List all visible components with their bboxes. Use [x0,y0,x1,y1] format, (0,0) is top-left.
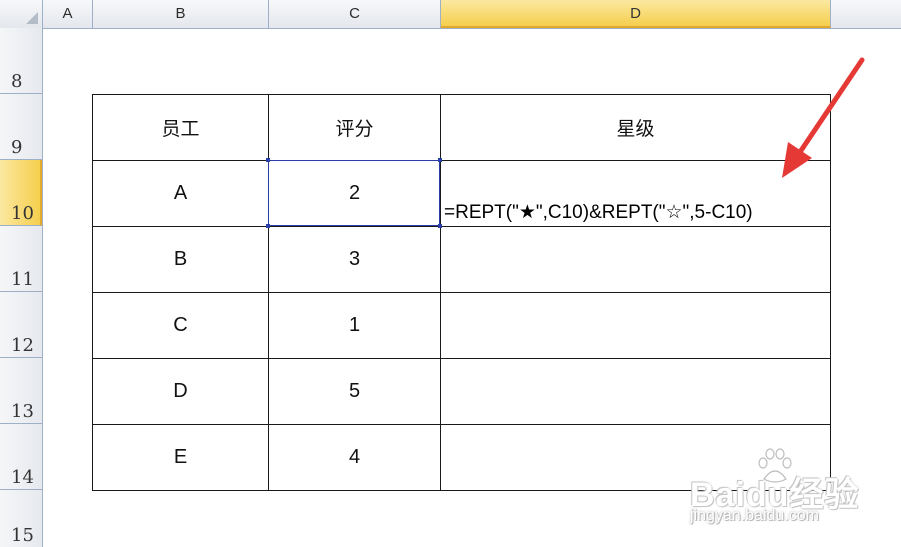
cell-score[interactable]: 1 [268,292,441,359]
row-header-14[interactable]: 14 [0,424,42,490]
column-header-d[interactable]: D [441,0,831,28]
row-header-12[interactable]: 12 [0,292,42,358]
table-row: C 1 [92,292,831,359]
row-header-13[interactable]: 13 [0,358,42,424]
cell-employee[interactable]: B [92,226,269,293]
cell-score[interactable]: 4 [268,424,441,491]
select-all-triangle-icon [26,12,38,24]
table-row: A 2 =REPT("★",C10)&REPT("☆",5-C10) [92,160,831,227]
header-employee[interactable]: 员工 [92,94,269,161]
row-header-11[interactable]: 11 [0,226,42,292]
header-score[interactable]: 评分 [268,94,441,161]
cell-score[interactable]: 5 [268,358,441,425]
cell-stars[interactable] [440,358,831,425]
baidu-watermark: Baidu经验 jingyan.baidu.com [690,445,860,530]
column-header-e[interactable] [831,0,901,28]
column-header-b[interactable]: B [93,0,269,28]
cell-score[interactable]: 3 [268,226,441,293]
arrow-shaft [793,57,865,161]
cell-score[interactable]: 2 [268,160,441,227]
row-header-10[interactable]: 10 [0,160,42,226]
table-row: B 3 [92,226,831,293]
cell-employee[interactable]: E [92,424,269,491]
row-header-bar: 8 9 10 11 12 13 14 15 [0,28,43,547]
watermark-url: jingyan.baidu.com [690,507,819,524]
row-header-15[interactable]: 15 [0,490,42,547]
arrow-head [782,142,812,178]
data-table: 员工 评分 星级 A 2 =REPT("★",C10)&REPT("☆",5-C… [92,94,831,491]
table-header-row: 员工 评分 星级 [92,94,831,161]
column-header-c[interactable]: C [269,0,441,28]
cell-employee[interactable]: D [92,358,269,425]
cell-stars[interactable] [440,292,831,359]
select-all-corner[interactable] [0,0,43,28]
column-header-a[interactable]: A [43,0,93,28]
table-row: D 5 [92,358,831,425]
formula-text: =REPT("★",C10)&REPT("☆",5-C10) [444,202,753,223]
red-arrow-annotation [782,57,865,178]
column-header-bar: A B C D [0,0,901,29]
cell-stars[interactable] [440,226,831,293]
row-header-9[interactable]: 9 [0,94,42,160]
cell-employee[interactable]: A [92,160,269,227]
row-header-8[interactable]: 8 [0,28,42,94]
cell-employee[interactable]: C [92,292,269,359]
